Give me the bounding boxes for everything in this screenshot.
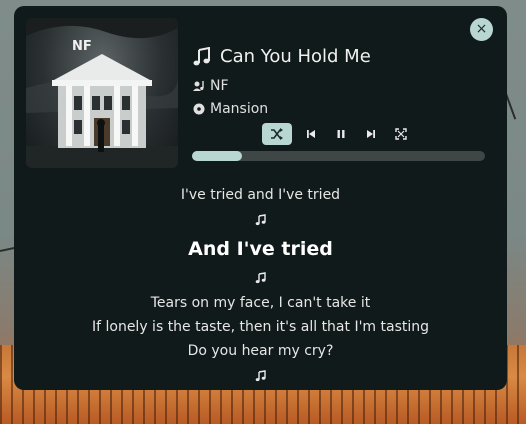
lyric-line: If lonely is the taste, then it's all th…: [91, 319, 430, 335]
next-icon: [367, 130, 375, 138]
lyric-gap-note-icon: [14, 207, 507, 233]
artist-name: NF: [210, 78, 229, 94]
artist-row: NF: [192, 78, 229, 94]
album-disc-icon: [193, 103, 205, 115]
pause-button[interactable]: [330, 123, 352, 145]
playback-controls: [262, 123, 412, 145]
album-art-text: NF: [72, 39, 92, 54]
previous-button[interactable]: [300, 123, 322, 145]
track-title: Can You Hold Me: [220, 46, 371, 67]
expand-button[interactable]: [390, 123, 412, 145]
album-name: Mansion: [210, 101, 269, 117]
progress-bar[interactable]: [192, 151, 485, 161]
expand-icon: [395, 128, 407, 140]
pause-icon: [337, 130, 345, 138]
album-cover: NF: [26, 18, 178, 168]
artist-icon: [193, 81, 204, 91]
album-row: Mansion: [192, 101, 268, 117]
lyric-gap-note-icon: [14, 363, 507, 389]
now-playing-card: NF × Can You Hold Me NF Mansion I've tri…: [14, 6, 507, 390]
previous-icon: [307, 130, 315, 138]
lyrics-panel: I've tried and I've tried And I've tried T…: [14, 183, 507, 389]
track-title-row: Can You Hold Me: [192, 46, 371, 67]
album-cover-art: NF: [26, 18, 178, 168]
lyric-gap-note-icon: [14, 265, 507, 291]
music-note-icon: [193, 46, 210, 65]
shuffle-button[interactable]: [262, 123, 292, 145]
lyric-line: Do you hear my cry?: [187, 343, 334, 359]
progress-fill: [192, 151, 242, 161]
next-button[interactable]: [360, 123, 382, 145]
lyric-line-current: And I've tried: [188, 238, 333, 260]
close-button[interactable]: ×: [470, 18, 493, 41]
lyric-line: I've tried and I've tried: [180, 187, 341, 203]
lyric-line: Tears on my face, I can't take it: [150, 295, 371, 311]
shuffle-icon: [271, 128, 283, 140]
